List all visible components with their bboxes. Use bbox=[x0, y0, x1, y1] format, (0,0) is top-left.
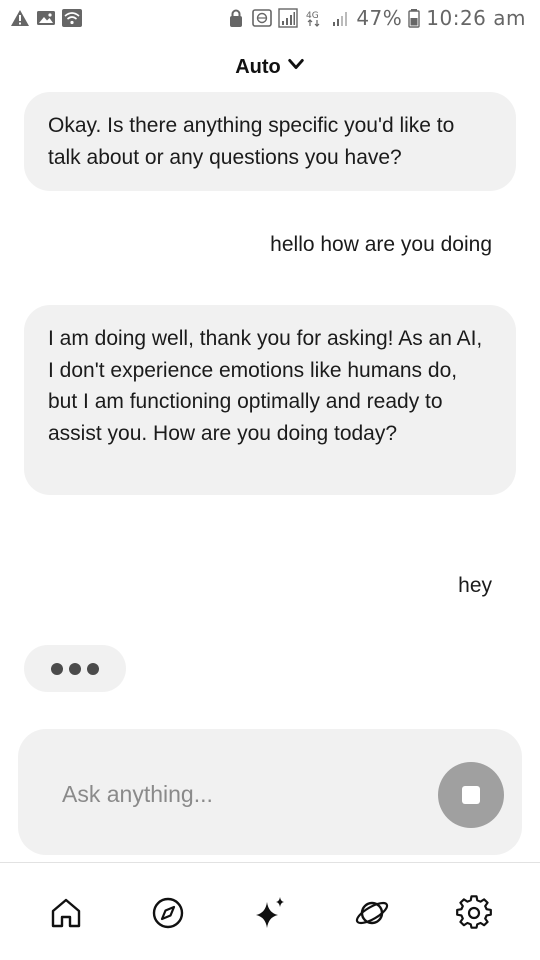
sparkle-icon bbox=[252, 895, 288, 931]
assistant-message-text: Okay. Is there anything specific you'd l… bbox=[48, 114, 455, 169]
assistant-message: I am doing well, thank you for asking! A… bbox=[24, 305, 516, 495]
wifi-icon bbox=[62, 8, 82, 28]
user-message: hello how are you doing bbox=[270, 233, 492, 257]
stop-generation-button[interactable] bbox=[438, 762, 504, 828]
lock-icon bbox=[226, 8, 246, 28]
message-composer bbox=[18, 729, 522, 855]
bottom-navigation bbox=[0, 863, 540, 960]
typing-dot bbox=[69, 662, 81, 675]
svg-text:4G: 4G bbox=[306, 11, 319, 21]
nav-home[interactable] bbox=[48, 895, 84, 931]
battery-percent: 47% bbox=[356, 6, 403, 30]
signal-weak-icon bbox=[330, 8, 350, 28]
user-message-text: hey bbox=[458, 574, 492, 597]
nav-settings[interactable] bbox=[456, 895, 492, 931]
typing-dot bbox=[87, 662, 99, 675]
assistant-message-text: I am doing well, thank you for asking! A… bbox=[48, 327, 483, 445]
user-message-text: hello how are you doing bbox=[270, 233, 492, 256]
stop-icon bbox=[462, 786, 480, 804]
signal-icon bbox=[278, 8, 299, 28]
model-selector[interactable]: Auto bbox=[235, 55, 305, 79]
nav-ai[interactable] bbox=[252, 895, 288, 931]
warning-icon bbox=[10, 8, 30, 28]
home-icon bbox=[48, 895, 84, 931]
compass-icon bbox=[150, 895, 186, 931]
typing-indicator bbox=[24, 645, 126, 692]
image-icon bbox=[36, 8, 56, 28]
planet-icon bbox=[354, 895, 390, 931]
nav-explore[interactable] bbox=[354, 895, 390, 931]
app-header: Auto bbox=[0, 50, 540, 84]
model-selector-label: Auto bbox=[235, 55, 281, 78]
typing-dot bbox=[51, 662, 63, 675]
battery-icon bbox=[408, 8, 420, 28]
clock: 10:26 am bbox=[426, 6, 526, 30]
assistant-message: Okay. Is there anything specific you'd l… bbox=[24, 92, 516, 191]
network-4g-icon: 4G bbox=[304, 8, 324, 28]
chat-thread[interactable]: Okay. Is there anything specific you'd l… bbox=[0, 92, 540, 717]
globe-icon bbox=[252, 8, 273, 28]
user-message: hey bbox=[458, 574, 492, 598]
chevron-down-icon bbox=[287, 55, 305, 79]
ask-input[interactable] bbox=[60, 773, 424, 815]
status-bar: 4G 47% 10:26 am bbox=[0, 0, 540, 38]
settings-gear-icon bbox=[456, 895, 492, 931]
nav-discover[interactable] bbox=[150, 895, 186, 931]
